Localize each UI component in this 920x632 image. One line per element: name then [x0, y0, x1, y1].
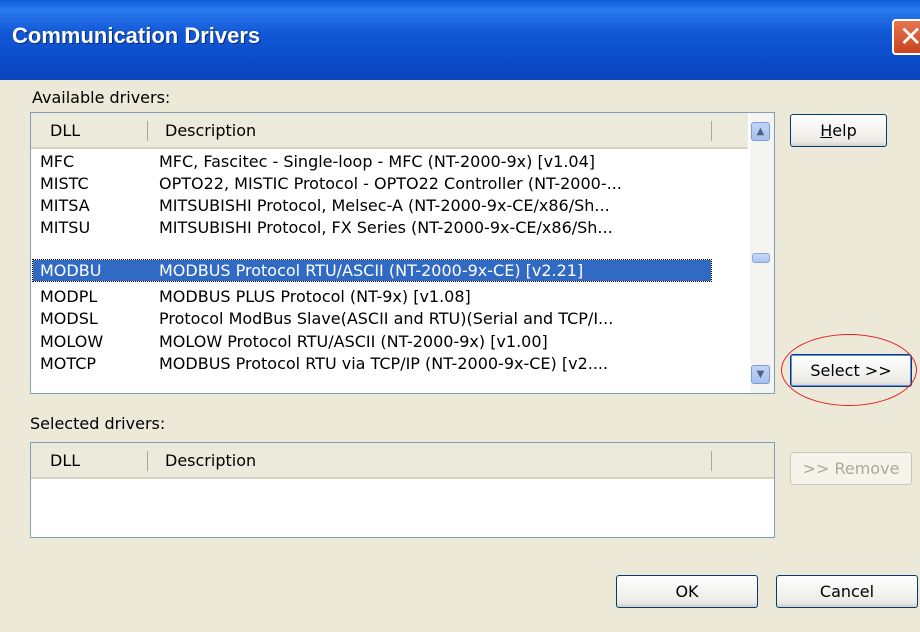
- column-divider[interactable]: [147, 451, 148, 471]
- help-button[interactable]: Help: [790, 114, 887, 147]
- driver-description: MITSUBISHI Protocol, FX Series (NT-2000-…: [159, 218, 613, 237]
- column-header-dll[interactable]: DLL: [50, 121, 80, 140]
- driver-dll: MODBU: [40, 261, 102, 280]
- column-divider[interactable]: [711, 451, 712, 471]
- driver-description: MOLOW Protocol RTU/ASCII (NT-2000-9x) [v…: [159, 332, 548, 351]
- ok-button[interactable]: OK: [616, 575, 758, 608]
- driver-dll: MFC: [40, 152, 75, 171]
- driver-description: MODBUS PLUS Protocol (NT-9x) [v1.08]: [159, 287, 471, 306]
- driver-description: OPTO22, MISTIC Protocol - OPTO22 Control…: [159, 174, 622, 193]
- scroll-thumb[interactable]: [752, 253, 770, 263]
- driver-description: MODBUS Protocol RTU/ASCII (NT-2000-9x-CE…: [159, 261, 584, 280]
- driver-description: MODBUS Protocol RTU via TCP/IP (NT-2000-…: [159, 354, 609, 373]
- highlight-annotation: [781, 334, 917, 406]
- help-accelerator: H: [820, 121, 833, 140]
- scroll-up-button[interactable]: ▲: [751, 122, 770, 141]
- driver-description: MFC, Fascitec - Single-loop - MFC (NT-20…: [159, 152, 596, 171]
- column-divider[interactable]: [711, 121, 712, 141]
- driver-description: MITSUBISHI Protocol, Melsec-A (NT-2000-9…: [159, 196, 610, 215]
- vertical-scrollbar[interactable]: ▲ ▼: [750, 113, 774, 393]
- selected-drivers-label: Selected drivers:: [30, 414, 166, 433]
- close-x-icon: ✕: [899, 20, 920, 53]
- available-list-header: DLL Description: [31, 113, 748, 149]
- driver-row[interactable]: MFC MFC, Fascitec - Single-loop - MFC (N…: [33, 151, 744, 172]
- selected-drivers-list[interactable]: DLL Description: [30, 442, 775, 538]
- column-divider[interactable]: [147, 121, 148, 141]
- cancel-button[interactable]: Cancel: [776, 575, 918, 608]
- driver-row[interactable]: MISTC OPTO22, MISTIC Protocol - OPTO22 C…: [33, 173, 744, 194]
- selected-list-header: DLL Description: [31, 443, 774, 479]
- driver-dll: MODPL: [40, 287, 98, 306]
- driver-row[interactable]: MODPL MODBUS PLUS Protocol (NT-9x) [v1.0…: [33, 286, 744, 307]
- scroll-down-button[interactable]: ▼: [751, 365, 770, 384]
- driver-dll: MITSA: [40, 196, 90, 215]
- column-header-description[interactable]: Description: [165, 121, 256, 140]
- driver-dll: MOLOW: [40, 332, 104, 351]
- driver-row[interactable]: MODSL Protocol ModBus Slave(ASCII and RT…: [33, 308, 744, 329]
- window-title: Communication Drivers: [12, 23, 261, 48]
- driver-dll: MITSU: [40, 218, 91, 237]
- driver-description: Protocol ModBus Slave(ASCII and RTU)(Ser…: [159, 309, 614, 328]
- driver-dll: MODSL: [40, 309, 98, 328]
- column-header-description[interactable]: Description: [165, 451, 256, 470]
- available-drivers-list[interactable]: DLL Description MFC MFC, Fascitec - Sing…: [30, 112, 775, 394]
- driver-dll: MISTC: [40, 174, 89, 193]
- driver-row-selected[interactable]: MODBU MODBUS Protocol RTU/ASCII (NT-2000…: [32, 259, 712, 282]
- driver-row[interactable]: MITSA MITSUBISHI Protocol, Melsec-A (NT-…: [33, 195, 744, 216]
- column-header-dll[interactable]: DLL: [50, 451, 80, 470]
- title-bar[interactable]: Communication Drivers ✕: [0, 0, 920, 80]
- communication-drivers-dialog: Communication Drivers ✕ Available driver…: [0, 0, 920, 632]
- driver-dll: MOTCP: [40, 354, 97, 373]
- driver-row[interactable]: MITSU MITSUBISHI Protocol, FX Series (NT…: [33, 217, 744, 238]
- driver-row[interactable]: MOTCP MODBUS Protocol RTU via TCP/IP (NT…: [33, 353, 744, 374]
- remove-button[interactable]: >> Remove: [790, 452, 912, 485]
- available-drivers-label: Available drivers:: [32, 88, 171, 107]
- driver-row[interactable]: MOLOW MOLOW Protocol RTU/ASCII (NT-2000-…: [33, 331, 744, 352]
- down-arrow-icon: ▼: [756, 369, 765, 380]
- up-arrow-icon: ▲: [756, 126, 765, 137]
- close-button[interactable]: ✕: [892, 19, 920, 55]
